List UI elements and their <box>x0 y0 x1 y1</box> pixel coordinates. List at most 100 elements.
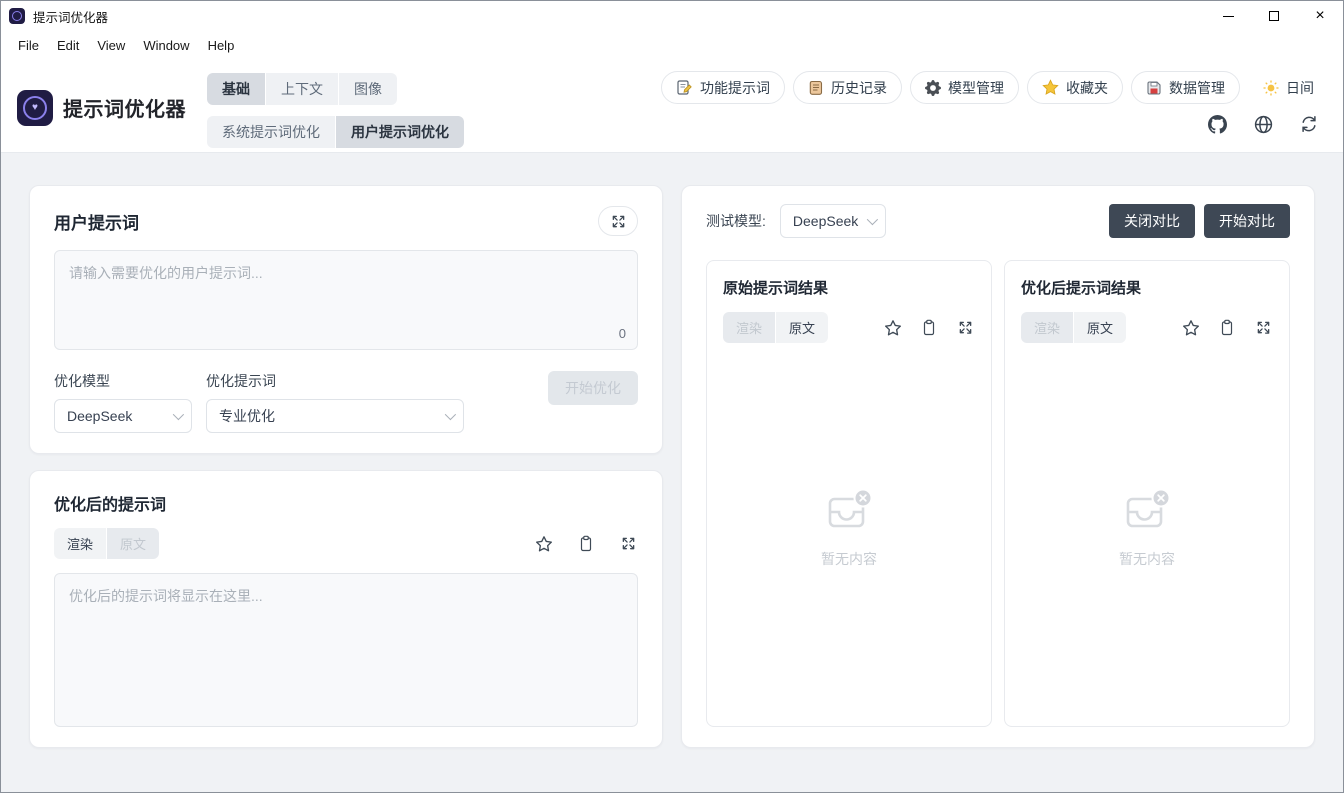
history-button[interactable]: 历史记录 <box>793 71 902 104</box>
toggle-source[interactable]: 原文 <box>1074 312 1126 343</box>
original-result-title: 原始提示词结果 <box>723 277 975 298</box>
expand-button[interactable] <box>1253 318 1273 338</box>
no-content-icon <box>823 486 875 536</box>
tab-user-prompt[interactable]: 用户提示词优化 <box>336 116 464 148</box>
expand-button[interactable] <box>955 318 975 338</box>
empty-text: 暂无内容 <box>821 549 877 569</box>
optimized-prompt-output[interactable] <box>54 573 638 727</box>
start-compare-button[interactable]: 开始对比 <box>1204 204 1290 238</box>
header-actions: 功能提示词 历史记录 模型管理 <box>661 71 1329 104</box>
tab-image[interactable]: 图像 <box>339 73 397 105</box>
star-outline-icon <box>1182 319 1200 337</box>
close-compare-button[interactable]: 关闭对比 <box>1109 204 1195 238</box>
chevron-down-icon <box>173 409 184 420</box>
empty-text: 暂无内容 <box>1119 549 1175 569</box>
clipboard-icon <box>921 319 937 336</box>
optimized-result-card: 优化后提示词结果 渲染 原文 <box>1004 260 1290 727</box>
tab-groups: 基础 上下文 图像 系统提示词优化 用户提示词优化 <box>207 73 464 148</box>
optimize-model-select[interactable]: DeepSeek <box>54 399 192 433</box>
expand-button[interactable] <box>618 534 638 554</box>
chevron-down-icon <box>445 409 456 420</box>
tab-context[interactable]: 上下文 <box>266 73 338 105</box>
copy-button[interactable] <box>919 318 939 338</box>
tab-basic[interactable]: 基础 <box>207 73 265 105</box>
test-model-select[interactable]: DeepSeek <box>780 204 886 238</box>
menu-help[interactable]: Help <box>199 34 244 57</box>
app-title: 提示词优化器 <box>63 93 186 122</box>
optimized-result-title: 优化后提示词结果 <box>1021 277 1273 298</box>
secondary-tabs: 系统提示词优化 用户提示词优化 <box>207 116 464 148</box>
model-manager-button[interactable]: 模型管理 <box>910 71 1019 104</box>
app-header: ♥ 提示词优化器 基础 上下文 图像 系统提示词优化 用户提示词优化 <box>1 59 1343 153</box>
template-label: 优化提示词 <box>206 371 464 391</box>
maximize-icon <box>1269 11 1279 21</box>
user-prompt-input[interactable] <box>54 250 638 350</box>
expand-icon <box>621 536 636 551</box>
window-title: 提示词优化器 <box>33 7 108 26</box>
floppy-icon <box>1146 80 1162 96</box>
minimize-icon <box>1223 16 1234 17</box>
close-button[interactable]: × <box>1297 1 1343 31</box>
brand: ♥ 提示词优化器 <box>17 90 207 126</box>
theme-toggle-button[interactable]: 日间 <box>1248 71 1329 104</box>
optimize-template-select[interactable]: 专业优化 <box>206 399 464 433</box>
empty-state: 暂无内容 <box>1021 343 1273 712</box>
primary-tabs: 基础 上下文 图像 <box>207 73 397 105</box>
favorites-button[interactable]: 收藏夹 <box>1027 71 1123 104</box>
fullscreen-button[interactable] <box>598 206 638 236</box>
favorite-button[interactable] <box>534 534 554 554</box>
optimized-prompt-title: 优化后的提示词 <box>54 491 638 515</box>
empty-state: 暂无内容 <box>723 343 975 712</box>
menu-view[interactable]: View <box>88 34 134 57</box>
left-column: 用户提示词 0 优化模型 DeepSeek <box>29 185 663 748</box>
globe-icon[interactable] <box>1253 114 1273 134</box>
clipboard-icon <box>1219 319 1235 336</box>
expand-icon <box>611 214 626 229</box>
copy-button[interactable] <box>1217 318 1237 338</box>
chevron-down-icon <box>867 214 878 225</box>
memo-icon <box>676 79 693 96</box>
original-result-card: 原始提示词结果 渲染 原文 <box>706 260 992 727</box>
github-icon[interactable] <box>1207 114 1227 134</box>
toggle-source[interactable]: 原文 <box>776 312 828 343</box>
data-manager-button[interactable]: 数据管理 <box>1131 71 1240 104</box>
menu-edit[interactable]: Edit <box>48 34 88 57</box>
start-optimize-button[interactable]: 开始优化 <box>548 371 638 405</box>
render-source-toggle: 渲染 原文 <box>723 312 828 343</box>
clipboard-icon <box>578 535 594 552</box>
star-outline-icon <box>884 319 902 337</box>
link-icons <box>1207 114 1319 134</box>
tab-system-prompt[interactable]: 系统提示词优化 <box>207 116 335 148</box>
char-count: 0 <box>619 326 626 341</box>
minimize-button[interactable] <box>1205 1 1251 31</box>
menu-file[interactable]: File <box>9 34 48 57</box>
no-content-icon <box>1121 486 1173 536</box>
star-icon <box>1042 79 1059 96</box>
favorite-button[interactable] <box>883 318 903 338</box>
refresh-icon[interactable] <box>1299 114 1319 134</box>
render-source-toggle: 渲染 原文 <box>54 528 159 559</box>
toggle-render[interactable]: 渲染 <box>723 312 775 343</box>
render-source-toggle: 渲染 原文 <box>1021 312 1126 343</box>
toggle-render[interactable]: 渲染 <box>54 528 106 559</box>
optimized-prompt-card: 优化后的提示词 渲染 原文 <box>29 470 663 748</box>
app-window: 提示词优化器 × File Edit View Window Help ♥ 提示… <box>0 0 1344 793</box>
heart-icon: ♥ <box>32 103 38 113</box>
expand-icon <box>1256 320 1271 335</box>
app-logo: ♥ <box>17 90 53 126</box>
titlebar: 提示词优化器 × <box>1 1 1343 31</box>
sun-icon <box>1263 80 1279 96</box>
test-model-label: 测试模型: <box>706 211 766 231</box>
function-prompts-button[interactable]: 功能提示词 <box>661 71 785 104</box>
test-panel: 测试模型: DeepSeek 关闭对比 开始对比 原始提示词结果 渲染 原文 <box>681 185 1315 748</box>
user-prompt-title: 用户提示词 <box>54 209 139 234</box>
star-outline-icon <box>535 535 553 553</box>
copy-button[interactable] <box>576 534 596 554</box>
toggle-source[interactable]: 原文 <box>107 528 159 559</box>
model-label: 优化模型 <box>54 371 192 391</box>
maximize-button[interactable] <box>1251 1 1297 31</box>
favorite-button[interactable] <box>1181 318 1201 338</box>
gear-icon <box>925 80 941 96</box>
menu-window[interactable]: Window <box>134 34 198 57</box>
toggle-render[interactable]: 渲染 <box>1021 312 1073 343</box>
